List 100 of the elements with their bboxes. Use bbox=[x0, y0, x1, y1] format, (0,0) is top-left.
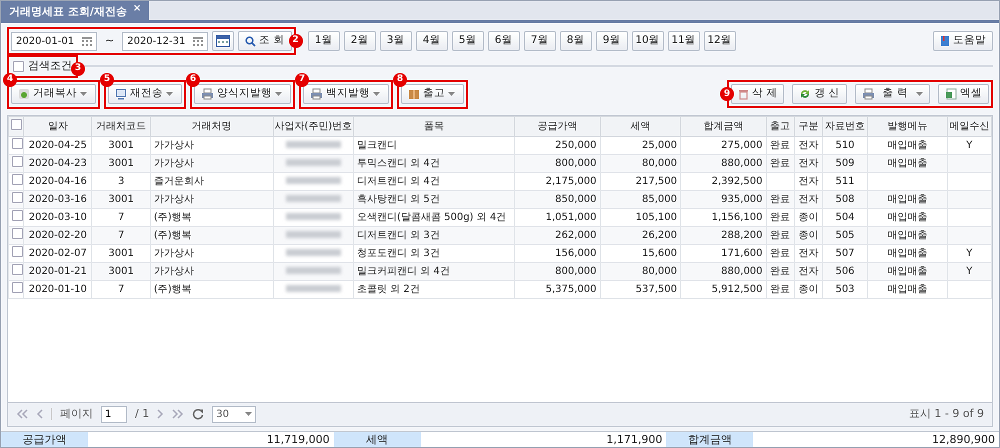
table-cell: 7 bbox=[92, 226, 150, 244]
checkbox-label: 검색조건 bbox=[28, 58, 72, 74]
blurred-text bbox=[286, 266, 341, 274]
month-button[interactable]: 10월 bbox=[632, 31, 664, 51]
column-header[interactable]: 사업자(주민)번호 bbox=[273, 116, 354, 136]
table-cell: 2020-01-21 bbox=[24, 262, 92, 280]
checkbox[interactable] bbox=[12, 156, 23, 167]
table-cell: 80,000 bbox=[600, 154, 681, 172]
table-cell: 가가상사 bbox=[150, 190, 274, 208]
column-header[interactable]: 거래처명 bbox=[150, 116, 274, 136]
checkbox[interactable] bbox=[12, 138, 23, 149]
table-cell: 전자 bbox=[794, 190, 822, 208]
table-cell: 880,000 bbox=[680, 154, 766, 172]
dropdown-button[interactable]: 양식지발행 bbox=[194, 84, 291, 104]
column-header[interactable]: 발행메뉴 bbox=[868, 116, 948, 136]
column-header[interactable]: 출고 bbox=[766, 116, 794, 136]
page-total: / 1 bbox=[135, 406, 150, 422]
table-cell: 800,000 bbox=[514, 262, 600, 280]
page-size-select[interactable]: 30 bbox=[212, 406, 256, 423]
total-label: 합계금액 bbox=[666, 432, 754, 447]
month-button[interactable]: 5월 bbox=[452, 31, 484, 51]
table-cell: 505 bbox=[822, 226, 868, 244]
table-cell: 509 bbox=[822, 154, 868, 172]
checkbox[interactable] bbox=[13, 60, 24, 72]
checkbox[interactable] bbox=[12, 192, 23, 203]
calendar-button[interactable] bbox=[212, 31, 234, 51]
help-button[interactable]: 도움말 bbox=[933, 31, 993, 51]
table-cell: 503 bbox=[822, 280, 868, 298]
checkbox[interactable] bbox=[12, 210, 23, 221]
month-button[interactable]: 12월 bbox=[704, 31, 736, 51]
month-button[interactable]: 11월 bbox=[668, 31, 700, 51]
dropdown-button[interactable]: 출고 bbox=[401, 84, 464, 104]
printer-icon bbox=[201, 88, 214, 100]
table-cell: 850,000 bbox=[514, 190, 600, 208]
table-cell: 2020-03-16 bbox=[24, 190, 92, 208]
table-cell: 전자 bbox=[794, 262, 822, 280]
dropdown-button[interactable]: 출 력 bbox=[854, 84, 930, 104]
book-icon bbox=[940, 35, 950, 47]
column-header[interactable]: 합계금액 bbox=[680, 116, 766, 136]
table-cell: 완료 bbox=[766, 154, 794, 172]
table-cell: 2020-04-23 bbox=[24, 154, 92, 172]
table-cell: 3001 bbox=[92, 154, 150, 172]
table-cell: 가가상사 bbox=[150, 154, 274, 172]
toolbar-button[interactable]: 엑셀 bbox=[938, 84, 989, 104]
checkbox[interactable] bbox=[12, 174, 23, 185]
callout-number: 9 bbox=[720, 87, 734, 102]
column-header[interactable]: 품목 bbox=[354, 116, 515, 136]
blurred-text bbox=[286, 284, 341, 292]
toolbar-button[interactable]: 갱 신 bbox=[792, 84, 847, 104]
caret-icon bbox=[448, 92, 455, 96]
callout-number: 5 bbox=[100, 72, 114, 86]
toolbar-button[interactable]: 삭 제 bbox=[730, 84, 784, 104]
printer-icon bbox=[862, 88, 875, 100]
dropdown-button[interactable]: 거래복사 bbox=[11, 84, 96, 104]
table-cell: 완료 bbox=[766, 262, 794, 280]
table-cell: 80,000 bbox=[600, 262, 681, 280]
printer-icon bbox=[310, 88, 323, 100]
date-field[interactable]: 2020-12-31 bbox=[122, 32, 208, 50]
month-button[interactable]: 2월 bbox=[344, 31, 376, 51]
month-button[interactable]: 7월 bbox=[524, 31, 556, 51]
date-field[interactable]: 2020-01-01 bbox=[11, 32, 97, 50]
refresh-icon bbox=[799, 88, 812, 100]
caret-icon bbox=[275, 92, 282, 96]
dropdown-button[interactable]: 백지발행 bbox=[303, 84, 389, 104]
page-input[interactable]: 1 bbox=[101, 406, 127, 423]
checkbox[interactable] bbox=[12, 228, 23, 239]
search-button[interactable]: 조 회 bbox=[238, 31, 292, 51]
checkbox[interactable] bbox=[10, 119, 22, 130]
table-cell: (주)행복 bbox=[150, 226, 274, 244]
month-button[interactable]: 4월 bbox=[416, 31, 448, 51]
column-header[interactable]: 자료번호 bbox=[822, 116, 868, 136]
dropdown-button[interactable]: 재전송 bbox=[108, 84, 182, 104]
column-header[interactable]: 메일수신 bbox=[947, 116, 992, 136]
callout-number: 3 bbox=[71, 62, 85, 76]
month-button[interactable]: 8월 bbox=[560, 31, 592, 51]
column-header[interactable]: 세액 bbox=[600, 116, 681, 136]
total-value: 12,890,900 bbox=[753, 432, 1000, 447]
month-button[interactable]: 1월 bbox=[308, 31, 340, 51]
checkbox[interactable] bbox=[12, 282, 23, 293]
table-cell: 흑사탕캔디 외 5건 bbox=[354, 190, 515, 208]
month-button[interactable]: 3월 bbox=[380, 31, 412, 51]
column-header[interactable]: 일자 bbox=[24, 116, 92, 136]
tab[interactable]: 거래명세표 조회/재전송 × bbox=[1, 1, 150, 20]
table-cell: 완료 bbox=[766, 280, 794, 298]
table-cell: 508 bbox=[822, 190, 868, 208]
column-header[interactable]: 공급가액 bbox=[514, 116, 600, 136]
checkbox[interactable] bbox=[12, 246, 23, 257]
table-cell: 3001 bbox=[92, 262, 150, 280]
column-header[interactable]: 거래처코드 bbox=[92, 116, 150, 136]
blurred-text bbox=[286, 140, 341, 148]
table-cell: 7 bbox=[92, 280, 150, 298]
checkbox[interactable] bbox=[12, 264, 23, 275]
table-cell: 전자 bbox=[794, 154, 822, 172]
month-button[interactable]: 6월 bbox=[488, 31, 520, 51]
caret-icon bbox=[373, 92, 380, 96]
close-icon[interactable]: × bbox=[132, 4, 142, 14]
month-button[interactable]: 9월 bbox=[596, 31, 628, 51]
spreadsheet-icon bbox=[945, 88, 957, 100]
column-header[interactable]: 구분 bbox=[794, 116, 822, 136]
refresh-icon bbox=[192, 408, 204, 420]
